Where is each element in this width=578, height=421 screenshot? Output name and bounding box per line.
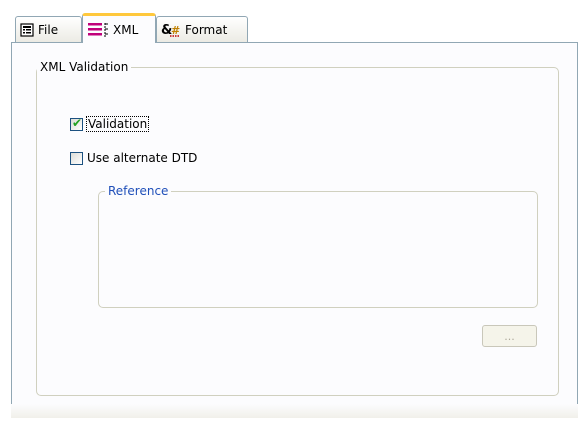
- alternate-dtd-option[interactable]: Use alternate DTD: [70, 151, 197, 165]
- xml-validation-group-title: XML Validation: [40, 60, 129, 74]
- tab-file[interactable]: File: [15, 16, 82, 42]
- alternate-dtd-checkbox[interactable]: [70, 151, 83, 165]
- document-icon: [20, 22, 34, 37]
- validation-label[interactable]: Validation: [85, 116, 150, 132]
- panel-shade: [11, 404, 578, 418]
- browse-button-label: ...: [504, 329, 515, 343]
- reference-group: Reference: [98, 184, 538, 308]
- browse-button[interactable]: ...: [482, 325, 537, 347]
- validation-checkbox[interactable]: ✔: [70, 115, 83, 131]
- format-icon: & #: [161, 22, 181, 38]
- tab-xml-label: XML: [113, 22, 139, 37]
- tab-xml[interactable]: XML: [82, 13, 156, 43]
- xml-lines-icon: [87, 22, 109, 38]
- reference-group-title: Reference: [108, 184, 169, 198]
- tab-format-label: Format: [185, 22, 228, 37]
- tab-file-label: File: [38, 22, 59, 37]
- tab-format[interactable]: & # Format: [156, 16, 248, 42]
- svg-text:#: #: [171, 24, 180, 37]
- validation-option[interactable]: ✔ Validation: [70, 115, 150, 132]
- alternate-dtd-label[interactable]: Use alternate DTD: [87, 151, 197, 165]
- checkmark-icon: ✔: [72, 115, 83, 130]
